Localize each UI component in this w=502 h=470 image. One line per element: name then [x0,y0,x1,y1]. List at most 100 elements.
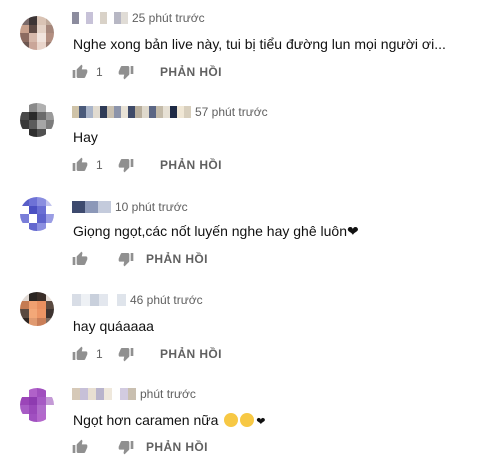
author-name-blurred[interactable] [72,12,128,24]
name-pixel [72,201,85,213]
comment-header: 10 phút trước [72,199,188,215]
thumb-down-icon[interactable] [118,64,134,80]
name-pixel [72,12,79,24]
avatar-pixel [45,33,54,42]
laughing-emoji-icon [240,413,255,427]
name-pixel [121,106,128,118]
thumb-up-icon[interactable] [72,157,88,173]
reply-button[interactable]: PHẢN HỒI [146,252,208,266]
comment-item: 46 phút trước hay quáaaaa 1 PHẢN HỒI [0,282,502,376]
comment-text-content: Ngọt hơn caramen nữa [73,412,223,428]
author-name-blurred[interactable] [72,106,191,118]
avatar-pixel [20,16,29,25]
name-pixel [72,294,81,306]
avatar-pixel [37,300,46,309]
name-pixel [108,294,117,306]
comment-header: phút trước [72,386,196,402]
avatar[interactable] [20,388,54,422]
avatar-pixel [28,120,37,129]
avatar-pixel [37,128,46,137]
thumb-down-icon[interactable] [118,157,134,173]
name-pixel [88,388,96,400]
avatar-pixel [28,309,37,318]
comment-actions [72,249,134,269]
avatar-pixel [28,33,37,42]
avatar-pixel [37,396,46,405]
avatar-pixel [45,309,54,318]
avatar-pixel [20,214,29,223]
thumb-up-icon[interactable] [72,64,88,80]
avatar-pixel [28,405,37,414]
avatar-pixel [20,205,29,214]
avatar[interactable] [20,292,54,326]
name-pixel [104,388,112,400]
name-pixel [72,106,79,118]
avatar-pixel [28,317,37,326]
comment-text-content: Giọng ngọt,các nốt luyến nghe hay ghê lu… [73,223,359,239]
avatar-pixel [37,222,46,231]
author-name-blurred[interactable] [72,294,126,306]
name-pixel [149,106,156,118]
reply-button[interactable]: PHẢN HỒI [160,347,222,361]
name-pixel [85,201,98,213]
avatar-pixel [28,413,37,422]
thumb-down-icon[interactable] [118,439,134,455]
reply-button[interactable]: PHẢN HỒI [160,65,222,79]
avatar-pixel [20,120,29,129]
avatar-pixel [20,309,29,318]
avatar-pixel [20,292,29,301]
avatar[interactable] [20,16,54,50]
avatar-pixel [20,24,29,33]
avatar-pixel [37,120,46,129]
comment-text-content: hay quáaaaa [73,318,154,334]
avatar-pixel [28,103,37,112]
avatar-pixel [28,222,37,231]
avatar-pixel [20,317,29,326]
avatar-pixel [20,103,29,112]
avatar-pixel [37,33,46,42]
comment-item: 25 phút trước Nghe xong bản live này, tui… [0,0,502,94]
avatar-pixel [45,205,54,214]
like-count: 1 [96,347,103,361]
author-name-blurred[interactable] [72,201,111,213]
avatar-pixel [28,205,37,214]
thumb-down-icon[interactable] [118,346,134,362]
name-pixel [79,12,86,24]
thumb-up-icon[interactable] [72,439,88,455]
thumb-down-icon[interactable] [118,251,134,267]
avatar-pixel [20,405,29,414]
comment-timestamp[interactable]: 57 phút trước [195,105,268,119]
comment-timestamp[interactable]: 25 phút trước [132,11,205,25]
avatar-pixel [37,197,46,206]
author-name-blurred[interactable] [72,388,136,400]
avatar-pixel [28,128,37,137]
laughing-emoji-icon [224,413,239,427]
name-pixel [99,294,108,306]
avatar-pixel [20,388,29,397]
avatar-pixel [45,111,54,120]
avatar-pixel [45,214,54,223]
comment-text: Hay [73,129,98,145]
reply-button[interactable]: PHẢN HỒI [160,158,222,172]
reply-button[interactable]: PHẢN HỒI [146,440,208,454]
name-pixel [117,294,126,306]
avatar-pixel [37,103,46,112]
name-pixel [80,388,88,400]
avatar-pixel [37,16,46,25]
comment-header: 46 phút trước [72,292,203,308]
name-pixel [100,12,107,24]
name-pixel [86,106,93,118]
avatar[interactable] [20,103,54,137]
avatar-pixel [45,396,54,405]
comment-timestamp[interactable]: 46 phút trước [130,293,203,307]
name-pixel [90,294,99,306]
avatar[interactable] [20,197,54,231]
name-pixel [98,201,111,213]
comment-text: Ngọt hơn caramen nữa ❤ [73,412,266,428]
name-pixel [114,12,121,24]
comment-timestamp[interactable]: 10 phút trước [115,200,188,214]
name-pixel [156,106,163,118]
thumb-up-icon[interactable] [72,251,88,267]
thumb-up-icon[interactable] [72,346,88,362]
comment-timestamp[interactable]: phút trước [140,387,196,401]
